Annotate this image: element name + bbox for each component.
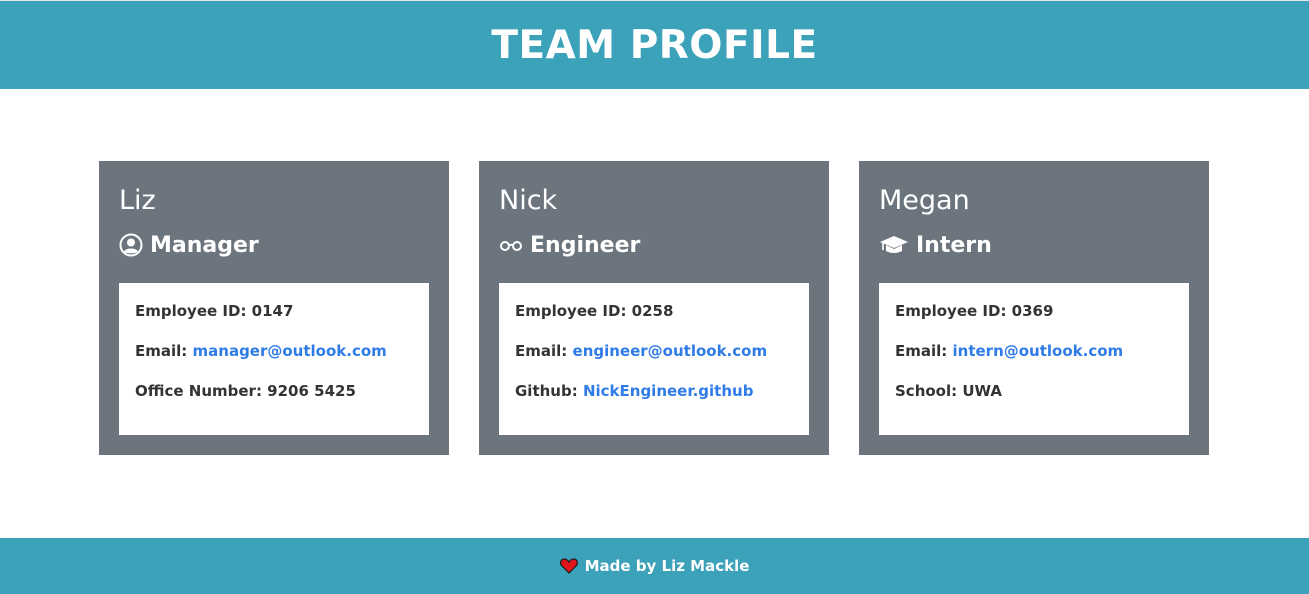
employee-id-label: Employee ID:	[135, 302, 252, 320]
school-value: UWA	[962, 382, 1003, 400]
employee-id-value: 0369	[1011, 302, 1054, 320]
graduation-cap-icon	[879, 234, 909, 256]
page-header: TEAM PROFILE	[0, 1, 1309, 89]
office-number-value: 9206 5425	[267, 382, 356, 400]
employee-role: Intern	[879, 230, 1189, 260]
employee-name: Liz	[119, 185, 156, 216]
email-label: Email:	[515, 342, 573, 360]
employee-card-engineer: Nick Engineer Employee ID: 0258 Email: e…	[479, 161, 829, 455]
employee-id-row: Employee ID: 0258	[515, 301, 793, 341]
page-title: TEAM PROFILE	[491, 22, 818, 68]
glasses-icon	[499, 238, 523, 252]
email-label: Email:	[895, 342, 953, 360]
email-label: Email:	[135, 342, 193, 360]
email-row: Email: manager@outlook.com	[135, 341, 413, 381]
employee-id-row: Employee ID: 0369	[895, 301, 1173, 341]
employee-id-label: Employee ID:	[895, 302, 1012, 320]
team-cards: Liz Manager Employee ID: 0147 Email: man…	[99, 161, 1209, 455]
office-number-row: Office Number: 9206 5425	[135, 381, 413, 421]
user-circle-icon	[119, 233, 143, 257]
footer-credit: Made by Liz Mackle	[584, 557, 750, 575]
email-link[interactable]: engineer@outlook.com	[573, 342, 768, 360]
employee-name: Megan	[879, 185, 970, 216]
employee-details: Employee ID: 0147 Email: manager@outlook…	[119, 283, 429, 435]
school-row: School: UWA	[895, 381, 1173, 421]
employee-id-value: 0258	[631, 302, 674, 320]
school-label: School:	[895, 382, 963, 400]
employee-id-value: 0147	[251, 302, 294, 320]
github-link[interactable]: NickEngineer.github	[583, 382, 754, 400]
email-row: Email: intern@outlook.com	[895, 341, 1173, 381]
office-number-label: Office Number:	[135, 382, 268, 400]
heart-icon	[559, 558, 578, 574]
role-label: Manager	[150, 232, 259, 258]
employee-card-manager: Liz Manager Employee ID: 0147 Email: man…	[99, 161, 449, 455]
employee-id-row: Employee ID: 0147	[135, 301, 413, 341]
page-footer: Made by Liz Mackle	[0, 538, 1309, 594]
github-label: Github:	[515, 382, 583, 400]
employee-details: Employee ID: 0369 Email: intern@outlook.…	[879, 283, 1189, 435]
role-label: Engineer	[530, 232, 641, 258]
email-link[interactable]: manager@outlook.com	[193, 342, 387, 360]
employee-name: Nick	[499, 185, 558, 216]
employee-id-label: Employee ID:	[515, 302, 632, 320]
employee-details: Employee ID: 0258 Email: engineer@outloo…	[499, 283, 809, 435]
employee-role: Manager	[119, 230, 429, 260]
github-row: Github: NickEngineer.github	[515, 381, 793, 421]
employee-role: Engineer	[499, 230, 809, 260]
email-row: Email: engineer@outlook.com	[515, 341, 793, 381]
employee-card-intern: Megan Intern Employee ID: 0369 Email: in…	[859, 161, 1209, 455]
role-label: Intern	[916, 232, 992, 258]
email-link[interactable]: intern@outlook.com	[953, 342, 1124, 360]
